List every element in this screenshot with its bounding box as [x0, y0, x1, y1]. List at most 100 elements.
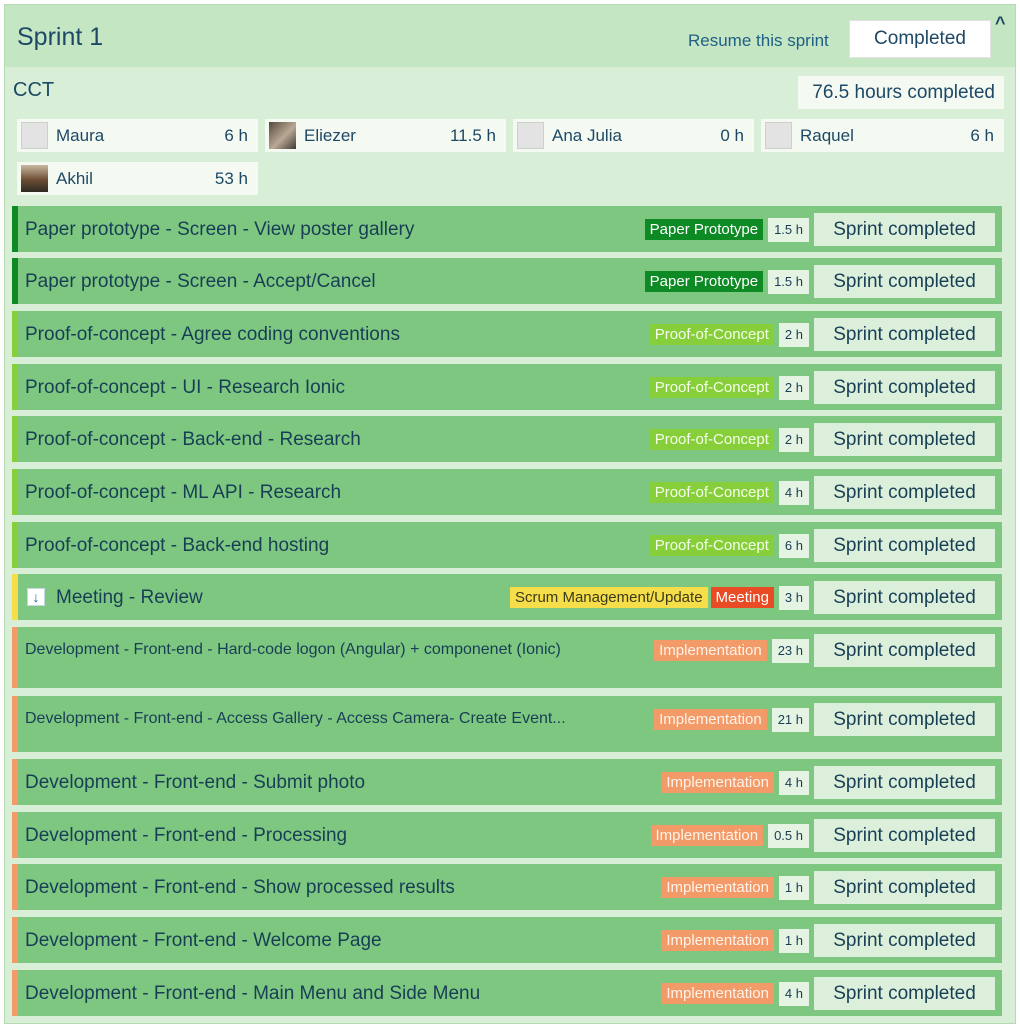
- task-title[interactable]: Paper prototype - Screen - Accept/Cancel: [25, 271, 376, 293]
- member-akhil: Akhil 53 h: [17, 162, 258, 195]
- task-title[interactable]: Proof-of-concept - ML API - Research: [25, 482, 341, 504]
- avatar: [517, 122, 544, 149]
- sprint-completed-button[interactable]: Sprint completed: [814, 265, 995, 298]
- avatar: [765, 122, 792, 149]
- task-card[interactable]: Proof-of-concept - UI - Research Ionic P…: [12, 364, 1002, 410]
- task-hours: 2 h: [778, 322, 809, 347]
- task-title[interactable]: Meeting - Review: [56, 587, 203, 609]
- member-hours: 6 h: [970, 126, 994, 145]
- task-title[interactable]: Proof-of-concept - Back-end - Research: [25, 429, 361, 451]
- task-hours: 21 h: [771, 707, 809, 732]
- sprint-completed-button[interactable]: Sprint completed: [814, 213, 995, 246]
- category-bar: [12, 574, 18, 620]
- category-bar: [12, 469, 18, 515]
- tag-paper-prototype: Paper Prototype: [644, 271, 764, 292]
- task-card[interactable]: ↓ Meeting - Review Scrum Management/Upda…: [12, 574, 1002, 620]
- tag-proof-of-concept: Proof-of-Concept: [649, 535, 774, 556]
- category-bar: [12, 812, 18, 858]
- tag-proof-of-concept: Proof-of-Concept: [649, 377, 774, 398]
- task-hours: 6 h: [778, 533, 809, 558]
- sprint-completed-button[interactable]: Sprint completed: [814, 529, 995, 562]
- task-title[interactable]: Proof-of-concept - Back-end hosting: [25, 535, 329, 557]
- arrow-down-icon[interactable]: ↓: [27, 588, 45, 606]
- avatar: [269, 122, 296, 149]
- avatar: [21, 122, 48, 149]
- member-maura: Maura 6 h: [17, 119, 258, 152]
- team-name: CCT: [13, 79, 55, 101]
- task-hours: 0.5 h: [768, 823, 809, 848]
- tag-implementation: Implementation: [661, 983, 774, 1004]
- category-bar: [12, 416, 18, 462]
- sprint-completed-button[interactable]: Sprint completed: [814, 476, 995, 509]
- sprint-completed-button[interactable]: Sprint completed: [814, 423, 995, 456]
- task-card[interactable]: Development - Front-end - Submit photo I…: [12, 759, 1002, 805]
- chevron-up-icon[interactable]: ^: [995, 13, 1006, 34]
- member-hours: 53 h: [214, 169, 248, 188]
- task-card[interactable]: Development - Front-end - Main Menu and …: [12, 970, 1002, 1016]
- completed-button[interactable]: Completed: [849, 20, 991, 58]
- task-hours: 4 h: [778, 981, 809, 1006]
- task-title[interactable]: Paper prototype - Screen - View poster g…: [25, 219, 414, 241]
- task-card[interactable]: Proof-of-concept - ML API - Research Pro…: [12, 469, 1002, 515]
- member-name: Maura: [56, 126, 105, 145]
- tag-implementation: Implementation: [661, 930, 774, 951]
- member-name: Raquel: [800, 126, 854, 145]
- category-bar: [12, 970, 18, 1016]
- member-raquel: Raquel 6 h: [761, 119, 1004, 152]
- task-hours: 2 h: [778, 375, 809, 400]
- resume-sprint-link[interactable]: Resume this sprint: [688, 31, 829, 51]
- task-title[interactable]: Development - Front-end - Welcome Page: [25, 930, 382, 952]
- sprint-completed-button[interactable]: Sprint completed: [814, 819, 995, 852]
- sprint-completed-button[interactable]: Sprint completed: [814, 766, 995, 799]
- task-hours: 2 h: [778, 427, 809, 452]
- sprint-completed-button[interactable]: Sprint completed: [814, 318, 995, 351]
- member-name: Akhil: [56, 169, 93, 188]
- tag-implementation: Implementation: [650, 825, 764, 846]
- sprint-completed-button[interactable]: Sprint completed: [814, 871, 995, 904]
- task-title[interactable]: Development - Front-end - Submit photo: [25, 772, 365, 794]
- task-title[interactable]: Proof-of-concept - UI - Research Ionic: [25, 377, 345, 399]
- sprint-completed-button[interactable]: Sprint completed: [814, 634, 995, 667]
- member-name: Ana Julia: [552, 126, 622, 145]
- task-card[interactable]: Proof-of-concept - Back-end - Research P…: [12, 416, 1002, 462]
- sprint-completed-button[interactable]: Sprint completed: [814, 371, 995, 404]
- task-title[interactable]: Development - Front-end - Access Gallery…: [25, 710, 566, 728]
- category-bar: [12, 759, 18, 805]
- task-card[interactable]: Development - Front-end - Welcome Page I…: [12, 917, 1002, 963]
- task-card[interactable]: Proof-of-concept - Agree coding conventi…: [12, 311, 1002, 357]
- task-title[interactable]: Development - Front-end - Hard-code logo…: [25, 641, 561, 659]
- category-bar: [12, 696, 18, 752]
- member-hours: 11.5 h: [449, 126, 496, 145]
- task-card[interactable]: Paper prototype - Screen - Accept/Cancel…: [12, 258, 1002, 304]
- tag-paper-prototype: Paper Prototype: [644, 219, 764, 240]
- task-card[interactable]: Proof-of-concept - Back-end hosting Proo…: [12, 522, 1002, 568]
- task-hours: 1 h: [778, 875, 809, 900]
- category-bar: [12, 258, 18, 304]
- tag-implementation: Implementation: [654, 640, 767, 661]
- task-title[interactable]: Development - Front-end - Show processed…: [25, 877, 455, 899]
- avatar: [21, 165, 48, 192]
- task-card[interactable]: Development - Front-end - Hard-code logo…: [12, 627, 1002, 688]
- sprint-title: Sprint 1: [17, 23, 104, 51]
- sprint-completed-button[interactable]: Sprint completed: [814, 977, 995, 1010]
- task-hours: 4 h: [778, 770, 809, 795]
- task-hours: 3 h: [778, 585, 809, 610]
- sprint-completed-button[interactable]: Sprint completed: [814, 703, 995, 736]
- task-card[interactable]: Development - Front-end - Processing Imp…: [12, 812, 1002, 858]
- task-card[interactable]: Development - Front-end - Access Gallery…: [12, 696, 1002, 752]
- task-card[interactable]: Paper prototype - Screen - View poster g…: [12, 206, 1002, 252]
- sprint-completed-button[interactable]: Sprint completed: [814, 581, 995, 614]
- sprint-completed-button[interactable]: Sprint completed: [814, 924, 995, 957]
- task-title[interactable]: Proof-of-concept - Agree coding conventi…: [25, 324, 400, 346]
- hours-completed-badge: 76.5 hours completed: [798, 76, 1004, 109]
- category-bar: [12, 206, 18, 252]
- category-bar: [12, 311, 18, 357]
- task-title[interactable]: Development - Front-end - Main Menu and …: [25, 983, 480, 1005]
- category-bar: [12, 364, 18, 410]
- task-card[interactable]: Development - Front-end - Show processed…: [12, 864, 1002, 910]
- task-title[interactable]: Development - Front-end - Processing: [25, 825, 347, 847]
- task-hours: 23 h: [771, 638, 809, 663]
- tag-proof-of-concept: Proof-of-Concept: [649, 324, 774, 345]
- tag-implementation: Implementation: [661, 772, 774, 793]
- category-bar: [12, 627, 18, 688]
